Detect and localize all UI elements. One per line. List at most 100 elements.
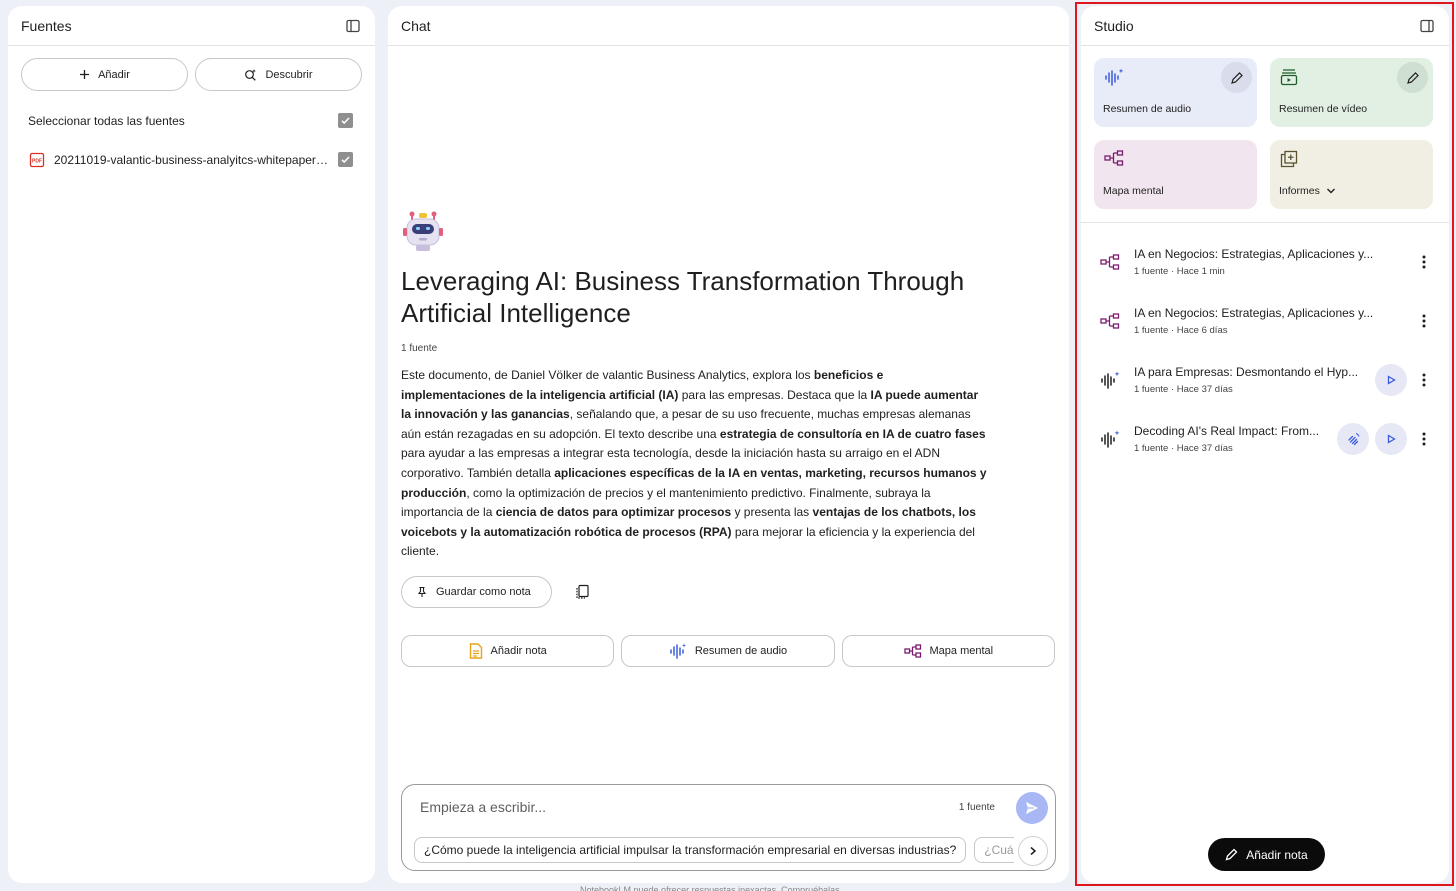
suggestion-chips: ¿Cómo puede la inteligencia artificial i… <box>414 837 1014 863</box>
send-button[interactable] <box>1016 792 1048 824</box>
mind-map-quick-button[interactable]: Mapa mental <box>841 634 1055 667</box>
mind-map-icon <box>1100 312 1120 329</box>
copy-icon[interactable] <box>572 582 592 602</box>
audio-waveform-icon <box>1105 68 1124 86</box>
discover-sources-button[interactable]: Descubrir <box>195 58 362 91</box>
studio-item-meta: 1 fuente · Hace 1 min <box>1134 265 1225 277</box>
audio-summary-tile[interactable]: Resumen de audio <box>1094 58 1257 127</box>
more-options-icon[interactable] <box>1413 314 1435 328</box>
studio-item-meta: 1 fuente · Hace 6 días <box>1134 324 1228 336</box>
mind-map-tile-label: Mapa mental <box>1103 185 1164 197</box>
source-item[interactable]: PDF 20211019-valantic-business-analyitcs… <box>8 140 375 179</box>
pin-icon <box>417 586 427 597</box>
pencil-icon <box>1225 848 1238 861</box>
svg-text:PDF: PDF <box>32 158 42 164</box>
more-options-icon[interactable] <box>1413 432 1435 446</box>
collapse-panel-icon[interactable] <box>343 16 363 36</box>
studio-panel: Studio Resumen de audio Resumen de vídeo… <box>1081 6 1449 883</box>
chevron-right-icon <box>1030 846 1037 856</box>
select-all-checkbox[interactable] <box>338 113 353 128</box>
more-options-icon[interactable] <box>1413 255 1435 269</box>
suggestion-chip[interactable]: ¿Cómo puede la inteligencia artificial i… <box>414 837 967 863</box>
sources-panel: Fuentes Añadir Descubrir Seleccionar tod… <box>8 6 375 883</box>
studio-header: Studio <box>1081 6 1449 46</box>
next-suggestions-button[interactable] <box>1018 836 1048 866</box>
chat-title: Chat <box>401 17 431 34</box>
chevron-down-icon <box>1326 188 1335 194</box>
summary-highlight: ciencia de datos para optimizar procesos <box>495 505 732 520</box>
audio-summary-tile-label: Resumen de audio <box>1103 103 1192 115</box>
source-name: 20211019-valantic-business-analyitcs-whi… <box>54 152 329 167</box>
studio-item[interactable]: IA en Negocios: Estrategias, Aplicacione… <box>1081 291 1449 350</box>
studio-item-title: Decoding AI's Real Impact: From... <box>1134 423 1320 438</box>
play-button[interactable] <box>1375 363 1407 396</box>
save-as-note-label: Guardar como nota <box>436 585 531 598</box>
plus-icon <box>80 70 90 79</box>
more-options-icon[interactable] <box>1413 373 1435 387</box>
mind-map-icon <box>903 644 921 658</box>
robot-emoji-icon <box>403 211 443 251</box>
studio-add-note-label: Añadir nota <box>1246 847 1308 862</box>
summary-text: para las empresas. Destaca que la <box>678 387 871 402</box>
add-source-label: Añadir <box>98 68 130 81</box>
video-summary-tile[interactable]: Resumen de vídeo <box>1270 58 1433 127</box>
pdf-icon: PDF <box>29 152 45 167</box>
add-note-quick-label: Añadir nota <box>490 644 547 657</box>
mind-map-tile[interactable]: Mapa mental <box>1094 140 1257 209</box>
sources-header: Fuentes <box>8 6 375 46</box>
play-icon <box>1387 374 1396 385</box>
summary-text: y presenta las <box>731 505 813 520</box>
studio-item[interactable]: IA en Negocios: Estrategias, Aplicacione… <box>1081 232 1449 291</box>
interactive-mode-button[interactable] <box>1337 422 1369 455</box>
hand-wave-icon <box>1348 432 1360 445</box>
select-all-row: Seleccionar todas las fuentes <box>8 101 375 140</box>
studio-items-list: IA en Negocios: Estrategias, Aplicacione… <box>1081 223 1449 468</box>
sources-title: Fuentes <box>21 17 72 34</box>
edit-video-summary-button[interactable] <box>1397 62 1428 93</box>
audio-summary-quick-button[interactable]: Resumen de audio <box>621 634 835 667</box>
summary-text: Este documento, de Daniel Völker de vala… <box>401 368 814 382</box>
studio-item-title: IA en Negocios: Estrategias, Aplicacione… <box>1134 246 1374 261</box>
play-icon <box>1387 433 1396 444</box>
audio-waveform-icon <box>1101 430 1120 448</box>
chat-composer: 1 fuente ¿Cómo puede la inteligencia art… <box>401 784 1056 871</box>
discover-sources-label: Descubrir <box>265 68 313 81</box>
studio-item-title: IA para Empresas: Desmontando el Hyp... <box>1134 364 1359 379</box>
add-note-quick-button[interactable]: Añadir nota <box>401 634 615 667</box>
audio-waveform-icon <box>1101 371 1120 389</box>
reports-label-text: Informes <box>1279 185 1320 197</box>
audio-summary-quick-label: Resumen de audio <box>694 644 788 657</box>
pencil-icon <box>1406 71 1419 84</box>
composer-source-count: 1 fuente <box>958 802 995 813</box>
note-icon <box>469 643 482 659</box>
studio-item-meta: 1 fuente · Hace 37 días <box>1134 383 1233 395</box>
add-source-button[interactable]: Añadir <box>21 58 188 91</box>
play-button[interactable] <box>1375 422 1407 455</box>
studio-title: Studio <box>1094 17 1134 34</box>
chat-header: Chat <box>388 6 1069 46</box>
reports-tile-label: Informes <box>1279 185 1336 197</box>
send-icon <box>1026 802 1038 814</box>
studio-add-note-button[interactable]: Añadir nota <box>1208 838 1325 871</box>
source-checkbox[interactable] <box>338 152 353 167</box>
select-all-label: Seleccionar todas las fuentes <box>28 113 185 128</box>
save-as-note-button[interactable]: Guardar como nota <box>401 575 552 608</box>
reports-tile[interactable]: Informes <box>1270 140 1433 209</box>
disclaimer-footer: NotebookLM puede ofrecer respuestas inex… <box>580 885 843 891</box>
collapse-panel-icon[interactable] <box>1417 16 1437 36</box>
edit-audio-summary-button[interactable] <box>1221 62 1252 93</box>
suggestion-chip[interactable]: ¿Cuáles son <box>974 837 1014 863</box>
studio-item[interactable]: IA para Empresas: Desmontando el Hyp... … <box>1081 350 1449 409</box>
pencil-icon <box>1230 71 1243 84</box>
mind-map-icon <box>1100 253 1120 270</box>
chat-input[interactable] <box>420 799 920 815</box>
notebook-source-count: 1 fuente <box>401 343 438 354</box>
studio-item-meta: 1 fuente · Hace 37 días <box>1134 442 1233 454</box>
notebook-title: Leveraging AI: Business Transformation T… <box>401 266 965 328</box>
mind-map-quick-label: Mapa mental <box>929 644 994 657</box>
studio-item-title: IA en Negocios: Estrategias, Aplicacione… <box>1134 305 1374 320</box>
report-add-icon <box>1280 150 1298 168</box>
video-icon <box>1280 69 1298 86</box>
mind-map-icon <box>1104 150 1124 166</box>
studio-item[interactable]: Decoding AI's Real Impact: From... 1 fue… <box>1081 409 1449 468</box>
